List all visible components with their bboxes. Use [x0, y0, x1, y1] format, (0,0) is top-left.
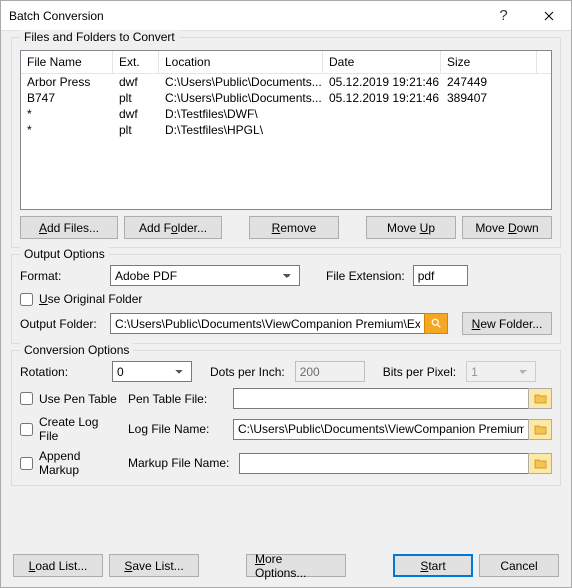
files-list[interactable]: File Name Ext. Location Date Size Arbor …: [20, 50, 552, 210]
file-ext-input[interactable]: [413, 265, 468, 286]
rotation-label: Rotation:: [20, 365, 102, 379]
cell-name: B747: [21, 90, 113, 106]
table-row[interactable]: * dwf D:\Testfiles\DWF\: [21, 106, 551, 122]
dpi-input: [295, 361, 365, 382]
browse-markup-file-button[interactable]: [528, 453, 552, 474]
new-folder-button[interactable]: New Folder...: [462, 312, 552, 335]
save-list-button[interactable]: Save List...: [109, 554, 199, 577]
more-options-button[interactable]: More Options...: [246, 554, 346, 577]
output-folder-label: Output Folder:: [20, 317, 102, 331]
remove-button[interactable]: Remove: [249, 216, 339, 239]
browse-output-folder-button[interactable]: [424, 313, 448, 334]
load-list-button[interactable]: Load List...: [13, 554, 103, 577]
add-files-button[interactable]: Add Files...: [20, 216, 118, 239]
conversion-group: Conversion Options Rotation: 0 Dots per …: [11, 350, 561, 486]
markup-file-input[interactable]: [239, 453, 528, 474]
output-group: Output Options Format: Adobe PDF File Ex…: [11, 254, 561, 344]
conversion-group-label: Conversion Options: [20, 343, 133, 357]
list-body: Arbor Press dwf C:\Users\Public\Document…: [21, 74, 551, 209]
cell-date: 05.12.2019 19:21:46: [323, 90, 441, 106]
cell-name: *: [21, 106, 113, 122]
log-file-label: Log File Name:: [128, 422, 223, 436]
browse-pen-table-button[interactable]: [528, 388, 552, 409]
log-file-input[interactable]: [233, 419, 528, 440]
rotation-select[interactable]: 0: [112, 361, 192, 382]
move-up-button[interactable]: Move Up: [366, 216, 456, 239]
help-button[interactable]: ?: [481, 1, 526, 31]
window-title: Batch Conversion: [9, 9, 481, 23]
dialog-content: Files and Folders to Convert File Name E…: [1, 31, 571, 587]
cell-loc: D:\Testfiles\HPGL\: [159, 122, 323, 138]
bpp-select: 1: [466, 361, 536, 382]
format-label: Format:: [20, 269, 102, 283]
folder-icon: [534, 424, 547, 435]
folder-icon: [534, 393, 547, 404]
cell-loc: C:\Users\Public\Documents...: [159, 74, 323, 90]
pen-table-file-input[interactable]: [233, 388, 528, 409]
cell-ext: plt: [113, 122, 159, 138]
col-header-name[interactable]: File Name: [21, 51, 113, 73]
use-original-folder-checkbox[interactable]: Use Original Folder: [20, 292, 142, 306]
table-row[interactable]: B747 plt C:\Users\Public\Documents... 05…: [21, 90, 551, 106]
col-header-ext[interactable]: Ext.: [113, 51, 159, 73]
browse-log-file-button[interactable]: [528, 419, 552, 440]
col-header-size[interactable]: Size: [441, 51, 537, 73]
cell-loc: D:\Testfiles\DWF\: [159, 106, 323, 122]
bpp-label: Bits per Pixel:: [383, 365, 456, 379]
col-header-location[interactable]: Location: [159, 51, 323, 73]
dpi-label: Dots per Inch:: [210, 365, 285, 379]
files-group: Files and Folders to Convert File Name E…: [11, 37, 561, 248]
table-row[interactable]: * plt D:\Testfiles\HPGL\: [21, 122, 551, 138]
format-select[interactable]: Adobe PDF: [110, 265, 300, 286]
cell-size: 247449: [441, 74, 537, 90]
start-button[interactable]: Start: [393, 554, 473, 577]
folder-icon: [534, 458, 547, 469]
file-ext-label: File Extension:: [326, 269, 405, 283]
markup-file-label: Markup File Name:: [128, 456, 229, 470]
cell-name: Arbor Press: [21, 74, 113, 90]
cell-ext: dwf: [113, 74, 159, 90]
pen-table-file-label: Pen Table File:: [128, 392, 223, 406]
list-header[interactable]: File Name Ext. Location Date Size: [21, 51, 551, 74]
cell-date: [323, 122, 441, 138]
add-folder-button[interactable]: Add Folder...: [124, 216, 222, 239]
table-row[interactable]: Arbor Press dwf C:\Users\Public\Document…: [21, 74, 551, 90]
cell-size: 389407: [441, 90, 537, 106]
help-icon: ?: [499, 7, 507, 24]
output-group-label: Output Options: [20, 247, 109, 261]
cell-ext: dwf: [113, 106, 159, 122]
append-markup-checkbox[interactable]: Append Markup: [20, 449, 118, 477]
close-button[interactable]: [526, 1, 571, 31]
cancel-button[interactable]: Cancel: [479, 554, 559, 577]
cell-loc: C:\Users\Public\Documents...: [159, 90, 323, 106]
col-header-date[interactable]: Date: [323, 51, 441, 73]
cell-date: 05.12.2019 19:21:46: [323, 74, 441, 90]
cell-ext: plt: [113, 90, 159, 106]
create-log-checkbox[interactable]: Create Log File: [20, 415, 118, 443]
titlebar: Batch Conversion ?: [1, 1, 571, 31]
close-icon: [544, 11, 554, 21]
output-folder-input[interactable]: [110, 313, 424, 334]
cell-size: [441, 122, 537, 138]
cell-date: [323, 106, 441, 122]
cell-size: [441, 106, 537, 122]
move-down-button[interactable]: Move Down: [462, 216, 552, 239]
files-group-label: Files and Folders to Convert: [20, 30, 179, 44]
use-pen-table-checkbox[interactable]: Use Pen Table: [20, 392, 118, 406]
search-icon: [430, 318, 443, 329]
cell-name: *: [21, 122, 113, 138]
batch-conversion-dialog: Batch Conversion ? Files and Folders to …: [0, 0, 572, 588]
